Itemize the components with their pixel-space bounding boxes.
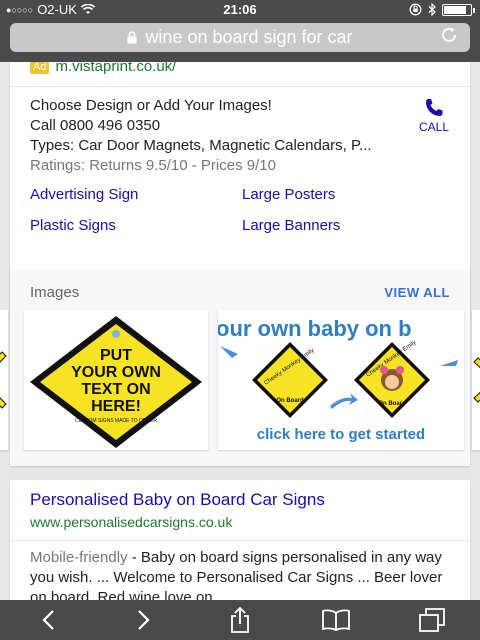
forward-icon <box>138 610 150 630</box>
search-results-page[interactable]: Ad m.vistaprint.co.uk/ Choose Design or … <box>0 62 480 600</box>
tabs-button[interactable] <box>412 603 452 637</box>
thumb1-line: TEXT ON <box>81 381 150 398</box>
reload-icon[interactable] <box>440 26 458 44</box>
diamond-sign-right: Cheeky Monkey Emily On Board <box>354 340 430 418</box>
address-bar[interactable]: wine on board sign for car <box>10 23 470 52</box>
thumb2-banner: our own baby on b <box>218 316 412 341</box>
status-icons <box>409 3 475 16</box>
ad-line: Types: Car Door Magnets, Magnetic Calend… <box>30 137 372 154</box>
call-button[interactable]: CALL <box>414 96 454 134</box>
ad-display-url[interactable]: m.vistaprint.co.uk/ <box>55 62 176 75</box>
status-bar: ●○○○○ O2-UK 21:06 <box>0 0 480 20</box>
ad-line: Choose Design or Add Your Images! <box>30 97 272 114</box>
rotation-lock-icon <box>409 3 422 16</box>
ad-badge: Ad <box>30 62 50 74</box>
phone-icon <box>426 99 443 116</box>
result-title[interactable]: Personalised Baby on Board Car Signs <box>30 490 325 510</box>
sitelink-large-posters[interactable]: Large Posters <box>242 186 442 203</box>
thumb1-small-print: CUSTOM SIGNS MADE TO ORDER <box>75 418 157 424</box>
sitelink-large-banners[interactable]: Large Banners <box>242 217 442 234</box>
back-button[interactable] <box>28 603 68 637</box>
call-label: CALL <box>418 120 450 134</box>
result-url[interactable]: www.personalisedcarsigns.co.uk <box>30 514 232 530</box>
image-carousel[interactable]: PUT YOUR OWN TEXT ON HERE! CUSTOM SIGNS … <box>0 310 480 458</box>
back-icon <box>42 610 54 630</box>
image-thumbnail-partial[interactable] <box>472 310 480 450</box>
bookmarks-button[interactable] <box>316 603 356 637</box>
address-bar-query: wine on board sign for car <box>145 27 353 47</box>
book-icon <box>322 609 350 631</box>
sitelink-advertising-sign[interactable]: Advertising Sign <box>30 186 242 203</box>
image-thumbnail-partial[interactable] <box>0 310 8 450</box>
ad-sitelinks: Advertising Sign Large Posters Plastic S… <box>30 186 450 234</box>
clock: 21:06 <box>223 2 257 17</box>
images-heading: Images <box>30 284 80 301</box>
battery-icon <box>442 3 475 16</box>
ad-description: Choose Design or Add Your Images! Call 0… <box>30 96 410 176</box>
thumb2-footer: click here to get started <box>257 426 425 443</box>
browser-toolbar <box>0 600 480 640</box>
images-card: Images VIEW ALL PUT YOUR OWN TEXT ON HER… <box>0 270 480 466</box>
ad-line: Call 0800 496 0350 <box>30 117 161 134</box>
browser-chrome-top: ●○○○○ O2-UK 21:06 wine on board sign for… <box>0 0 480 62</box>
image-thumbnail-baby-on-board[interactable]: our own baby on b Cheeky Monkey Emily On… <box>218 310 464 450</box>
image-thumbnail-custom-sign[interactable]: PUT YOUR OWN TEXT ON HERE! CUSTOM SIGNS … <box>24 310 208 450</box>
divider <box>10 540 470 541</box>
ad-line: Ratings: Returns 9.5/10 - Prices 9/10 <box>30 157 276 174</box>
divider <box>10 86 470 87</box>
result-card[interactable]: Personalised Baby on Board Car Signs www… <box>10 480 470 600</box>
share-icon <box>231 606 249 633</box>
diamond-sign-left: Cheeky Monkey Emily On Board <box>252 342 328 418</box>
sitelink-plastic-signs[interactable]: Plastic Signs <box>30 217 242 234</box>
result-snippet: Mobile-friendly - Baby on board signs pe… <box>30 548 450 600</box>
forward-button[interactable] <box>124 603 164 637</box>
bluetooth-icon <box>428 3 436 16</box>
view-all-link[interactable]: VIEW ALL <box>384 285 450 300</box>
mobile-friendly-label: Mobile-friendly <box>30 549 128 566</box>
thumb1-line: YOUR OWN <box>71 364 161 381</box>
lock-icon <box>127 31 137 44</box>
battery-level <box>444 5 467 14</box>
thumb1-line: PUT <box>100 347 132 364</box>
share-button[interactable] <box>220 603 260 637</box>
sign-bottom-text: On Board <box>378 401 406 407</box>
sign-bottom-text: On Board <box>276 398 304 404</box>
tabs-icon <box>419 608 445 632</box>
thumb1-line: HERE! <box>91 398 141 415</box>
ad-header: Ad m.vistaprint.co.uk/ <box>30 62 176 75</box>
